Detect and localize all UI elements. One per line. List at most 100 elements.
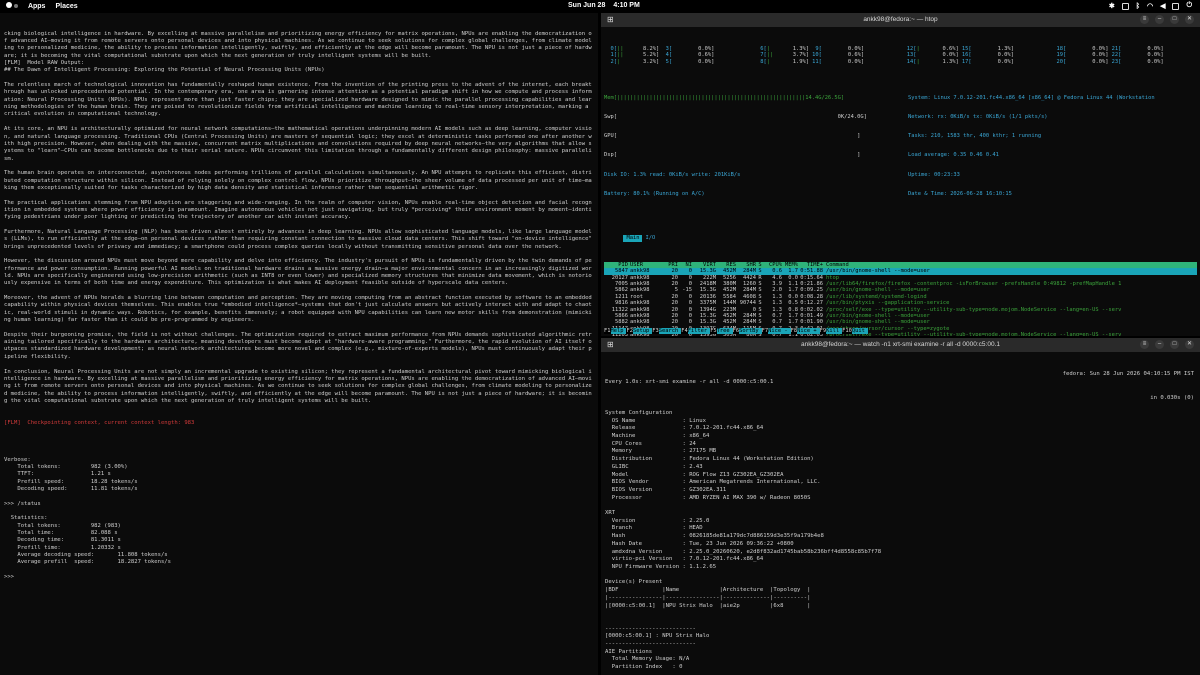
terminal-window-watch[interactable]: ⊞ ankk98@fedora:~ — watch -n1 xrt-smi ex… xyxy=(601,338,1200,675)
fkey-f7[interactable]: F7Nice - xyxy=(761,328,791,334)
xrt-smi-output: System Configuration OS Name : Linux Rel… xyxy=(605,402,1196,672)
keyboard-icon[interactable] xyxy=(1121,2,1129,10)
output-line: BIOS Vendor : American Megatrends Intern… xyxy=(605,479,821,486)
output-line: BIOS Version : GZ302EA.311 xyxy=(605,486,727,493)
close-icon[interactable]: ✕ xyxy=(1185,340,1194,349)
menu-icon[interactable]: ≡ xyxy=(1140,15,1149,24)
output-line: Average prefill speed: 18.2827 tokens/s xyxy=(4,559,171,566)
output-line: In conclusion, Neural Processing Units a… xyxy=(4,368,592,404)
wifi-icon[interactable]: ◠ xyxy=(1147,2,1153,10)
tasks-info: Tasks: 210, 1583 thr, 400 kthr; 1 runnin… xyxy=(908,133,1042,140)
tab-io[interactable]: I/O xyxy=(642,235,658,241)
output-line: Decoding time: 81.3011 s xyxy=(4,537,121,544)
output-line: amdxdna Version : 2.25.0_20260620, e2d8f… xyxy=(605,548,882,555)
window-title: ankk98@fedora:~ — htop xyxy=(863,16,938,23)
load-average: Load average: 0.35 0.46 0.41 xyxy=(908,152,999,159)
volume-icon[interactable]: ◀ xyxy=(1160,2,1165,10)
output-line: Partition Index : 0 xyxy=(605,664,683,671)
minimize-icon[interactable]: – xyxy=(1155,15,1164,24)
output-line: [0000:c5:00.1] : NPU Strix Halo xyxy=(605,633,710,640)
output-line: >>> /status xyxy=(4,500,41,507)
process-table[interactable]: PID USER PRI NI VIRT RES SHR S CPU% MEM% TIME+ Comm… xyxy=(604,261,1197,336)
stats-output: Verbose: Total tokens: 982 (3.00%) TTFT:… xyxy=(4,442,594,582)
workspace-dot[interactable] xyxy=(13,4,18,8)
power-icon[interactable]: ⏻ xyxy=(1186,2,1192,10)
fkey-f9[interactable]: F9Kill xyxy=(819,328,843,334)
fkey-f10[interactable]: F10Quit xyxy=(842,328,868,334)
output-line: OS Name : Linux xyxy=(605,417,707,424)
output-line: XRT xyxy=(605,510,616,517)
output-line: Average decoding speed: 11.808 tokens/s xyxy=(4,552,168,559)
accessibility-icon[interactable]: ✱ xyxy=(1109,2,1115,10)
fkey-f5[interactable]: F5Tree xyxy=(710,328,733,334)
output-line: ## The Dawn of Intelligent Processing: E… xyxy=(4,67,325,74)
fkey-f2[interactable]: F2Setup xyxy=(626,328,653,334)
swap-meter: Swp[ 0K/24.0G] xyxy=(604,113,867,120)
tab-main[interactable]: Main xyxy=(623,235,643,242)
workspace-dot-active[interactable] xyxy=(6,2,12,8)
system-info: System: Linux 7.0.12-201.fc44.x86_64 [x8… xyxy=(908,94,1155,101)
bluetooth-icon[interactable]: ᛒ xyxy=(1136,3,1140,10)
output-line: Total tokens: 982 (3.00%) xyxy=(4,463,128,470)
minimize-icon[interactable]: – xyxy=(1155,340,1164,349)
apps-menu-button[interactable]: Apps xyxy=(28,3,46,10)
output-line: Verbose: xyxy=(4,456,31,463)
clock[interactable]: Sun Jun 28 4:10 PM xyxy=(568,2,640,9)
output-line: Total tokens: 982 (983) xyxy=(4,522,121,529)
output-line: AIE Partitions xyxy=(605,648,653,655)
output-line: Distribution : Fedora Linux 44 (Workstat… xyxy=(605,456,814,463)
maximize-icon[interactable]: □ xyxy=(1170,340,1179,349)
dsp-meter: Dsp[ ] xyxy=(604,152,861,159)
watch-output[interactable]: fedora: Sun 28 Jun 2026 04:10:15 PM IST … xyxy=(601,352,1200,675)
output-line: Total Memory Usage: N/A xyxy=(605,656,690,663)
output-line: >>> xyxy=(4,574,18,581)
clock-date: Sun Jun 28 xyxy=(568,2,606,9)
terminal-window-flm[interactable]: cking biological intelligence in hardwar… xyxy=(0,13,598,675)
terminal-output[interactable]: cking biological intelligence in hardwar… xyxy=(0,13,598,661)
titlebar: ⊞ ankk98@fedora:~ — watch -n1 xrt-smi ex… xyxy=(601,338,1200,352)
output-line: However, the discussion around NPUs must… xyxy=(4,258,592,287)
terminal-window-htop[interactable]: ⊞ ankk98@fedora:~ — htop ≡ – □ ✕ 0[|| 8.… xyxy=(601,13,1200,336)
output-line: virtio-pci Version : 7.0.12-201.fc44.x86… xyxy=(605,556,764,563)
output-line: At its core, an NPU is architecturally o… xyxy=(4,126,592,162)
close-icon[interactable]: ✕ xyxy=(1185,15,1194,24)
output-line: --------------------------- xyxy=(605,641,696,648)
workspace-indicator[interactable] xyxy=(6,2,18,10)
fkey-f3[interactable]: F3Search xyxy=(652,328,682,334)
network-info: Network: rx: 0KiB/s tx: 0KiB/s (1/1 pkts… xyxy=(908,113,1048,120)
cpu-meter-2: 2[| 3.2%] 5[ 0.0%] xyxy=(604,58,715,65)
fkey-f6[interactable]: F6SortBy xyxy=(732,328,762,334)
cell-cmd: /proc/self/exe --type=utility --utility-… xyxy=(826,332,1122,336)
fkey-f1[interactable]: F1Help xyxy=(604,328,627,334)
battery-icon[interactable] xyxy=(1172,2,1180,10)
date-time: Date & Time: 2026-06-28 16:10:15 xyxy=(908,190,1012,197)
cpu-meter-20: 20[ 0.0%] 23[ 0.0%] xyxy=(1053,58,1164,65)
top-bar: Apps Places Sun Jun 28 4:10 PM ✱ ᛒ ◠ ◀ ⏻ xyxy=(0,0,1200,13)
clock-time: 4:10 PM xyxy=(613,2,640,9)
output-line: Prefill time: 1.20332 s xyxy=(4,544,121,551)
fkey-f8[interactable]: F8Nice + xyxy=(790,328,820,334)
output-line: Hash : 0826185de81a179dc7d886159d3e35f9a… xyxy=(605,533,824,540)
htop-body[interactable]: 0[|| 8.2%] 3[ 0.0%] 6[| 1.3%] 9[ 0.0%] 1… xyxy=(601,27,1200,336)
uptime: Uptime: 00:23:33 xyxy=(908,171,960,178)
menu-icon[interactable]: ≡ xyxy=(1140,340,1149,349)
maximize-icon[interactable]: □ xyxy=(1170,15,1179,24)
output-line: Release : 7.0.12-201.fc44.x86_64 xyxy=(605,425,764,432)
output-line: CPU Cores : 24 xyxy=(605,440,696,447)
output-line: Machine : x86_64 xyxy=(605,433,710,440)
output-line: NPU Firmware Version : 1.1.2.65 xyxy=(605,563,717,570)
output-line: The relentless march of technological in… xyxy=(4,82,592,118)
output-line: Version : 2.25.0 xyxy=(605,517,710,524)
output-line: Hash Date : Tue, 23 Jun 2026 09:36:22 +0… xyxy=(605,540,794,547)
places-menu-button[interactable]: Places xyxy=(55,3,77,10)
fkey-f4[interactable]: F4Filter xyxy=(681,328,711,334)
